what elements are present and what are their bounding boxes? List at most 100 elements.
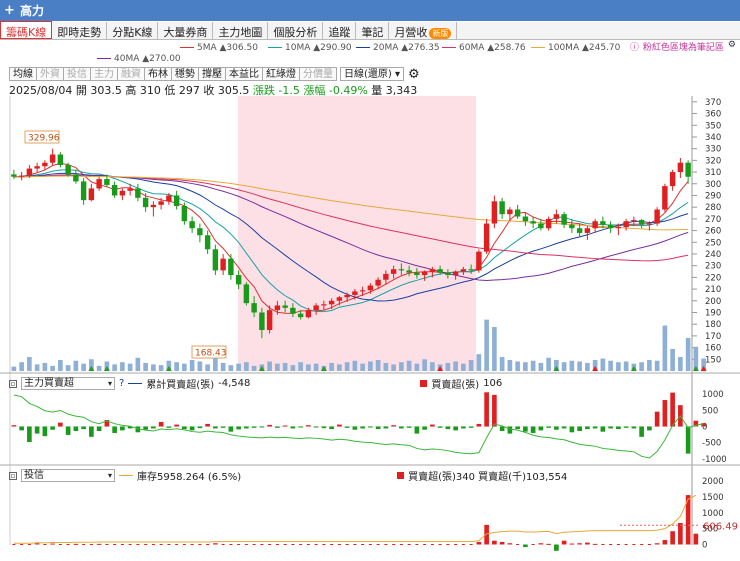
volume-bar bbox=[73, 360, 79, 371]
candle-body bbox=[220, 258, 226, 271]
candle-body bbox=[452, 271, 459, 276]
y-tick-label: -500 bbox=[702, 439, 721, 449]
panel3-indicator-select[interactable]: 投信 ▾ bbox=[21, 469, 115, 482]
candle-body bbox=[344, 294, 350, 298]
inst-bar bbox=[499, 541, 505, 545]
inst-bar bbox=[438, 544, 442, 545]
y-tick-label: 290 bbox=[705, 191, 721, 201]
inst-bar bbox=[113, 544, 117, 545]
candle-body bbox=[313, 305, 319, 311]
inst-bar bbox=[260, 544, 264, 545]
buy-sell-bar bbox=[282, 425, 288, 427]
volume-bar bbox=[623, 361, 629, 371]
inst-bar bbox=[299, 544, 303, 545]
volume-bar bbox=[282, 362, 288, 371]
candle-body bbox=[34, 166, 40, 169]
candle-body bbox=[212, 249, 219, 271]
volume-bar bbox=[616, 362, 621, 371]
y-tick-label: 370 bbox=[705, 98, 721, 108]
buy-sell-bar bbox=[11, 425, 17, 427]
y-tick-label: 300 bbox=[705, 180, 721, 190]
candle-body bbox=[96, 179, 102, 189]
buy-sell-bar bbox=[73, 426, 79, 432]
candle-body bbox=[507, 209, 513, 215]
volume-bar bbox=[352, 360, 358, 371]
candle-body bbox=[266, 310, 273, 331]
volume-bar bbox=[306, 364, 311, 371]
volume-bar bbox=[182, 363, 187, 371]
collapse-icon[interactable]: ▫ bbox=[9, 379, 17, 388]
candle-body bbox=[576, 228, 583, 233]
inst-bar bbox=[206, 544, 210, 545]
volume-bar bbox=[158, 365, 164, 371]
candle-body bbox=[11, 174, 17, 177]
buy-sell-bar bbox=[561, 426, 567, 429]
buy-sell-bar bbox=[290, 426, 296, 429]
buy-sell-bar bbox=[220, 426, 226, 428]
candle-body bbox=[251, 303, 257, 313]
inst-bar bbox=[592, 543, 598, 545]
volume-bar bbox=[445, 362, 451, 371]
collapse-icon[interactable]: ▫ bbox=[9, 471, 17, 480]
buy-sell-bar bbox=[205, 423, 210, 427]
inst-bar bbox=[516, 544, 520, 545]
volume-bar bbox=[530, 360, 536, 371]
volume-bar bbox=[569, 360, 575, 371]
buy-sell-bar bbox=[306, 425, 311, 427]
y-tick-label: 250 bbox=[705, 238, 721, 248]
candle-body bbox=[305, 310, 312, 318]
volume-bar bbox=[608, 360, 613, 371]
volume-bar bbox=[58, 360, 63, 371]
inst-bar bbox=[561, 540, 567, 545]
candle-body bbox=[383, 273, 389, 280]
candle-body bbox=[26, 168, 33, 176]
inst-bar bbox=[322, 544, 326, 545]
candle-body bbox=[545, 218, 552, 229]
inst-bar bbox=[609, 544, 613, 545]
buy-sell-bar bbox=[228, 426, 234, 432]
inst-bar bbox=[275, 544, 279, 545]
y-tick-label: 210 bbox=[705, 285, 721, 295]
volume-bar bbox=[174, 362, 179, 371]
candle-body bbox=[80, 181, 87, 201]
volume-bar bbox=[228, 365, 234, 371]
inst-bar bbox=[237, 544, 241, 545]
inst-bar bbox=[461, 544, 465, 545]
volume-bar bbox=[81, 363, 86, 371]
volume-bar bbox=[515, 361, 520, 371]
volume-bar bbox=[50, 365, 55, 371]
inst-bar bbox=[82, 544, 86, 545]
y-tick-label: 2000 bbox=[702, 477, 724, 487]
volume-bar bbox=[329, 362, 334, 371]
buy-sell-bar bbox=[42, 426, 48, 437]
inst-bar bbox=[407, 544, 411, 545]
candle-body bbox=[468, 269, 474, 271]
buy-sell-bar bbox=[174, 424, 179, 427]
buy-sell-bar bbox=[344, 426, 350, 428]
y-tick-label: 1500 bbox=[702, 493, 724, 503]
candle-body bbox=[429, 269, 436, 272]
y-tick-label: 180 bbox=[705, 320, 721, 330]
inst-bar bbox=[415, 544, 419, 545]
candle-body bbox=[359, 290, 366, 292]
panel2-header: ▫ 主力買賣超 ▾ ? 累計買賣超(張) -4,548 買賣超(張) 106 bbox=[9, 377, 503, 391]
inst-bar bbox=[50, 543, 55, 545]
panel2-indicator-select[interactable]: 主力買賣超 ▾ bbox=[21, 377, 115, 390]
candle-body bbox=[73, 174, 79, 182]
buy-sell-bar bbox=[329, 426, 334, 430]
candle-body bbox=[406, 270, 412, 273]
volume-bar bbox=[112, 364, 117, 371]
price-annotation: 168.43 bbox=[195, 349, 227, 359]
buy-sell-bar bbox=[383, 426, 389, 429]
y-tick-label: 330 bbox=[705, 145, 721, 155]
y-tick-label: 280 bbox=[705, 203, 721, 213]
volume-bar bbox=[499, 357, 505, 371]
candle-body bbox=[615, 227, 622, 229]
volume-bar bbox=[120, 362, 125, 371]
inst-bar bbox=[345, 544, 349, 545]
buy-sell-bar bbox=[492, 394, 497, 427]
volume-bar bbox=[19, 362, 24, 371]
inst-bar bbox=[538, 543, 544, 545]
price-annotation: 329.96 bbox=[28, 134, 60, 144]
buy-sell-bar bbox=[236, 426, 241, 430]
